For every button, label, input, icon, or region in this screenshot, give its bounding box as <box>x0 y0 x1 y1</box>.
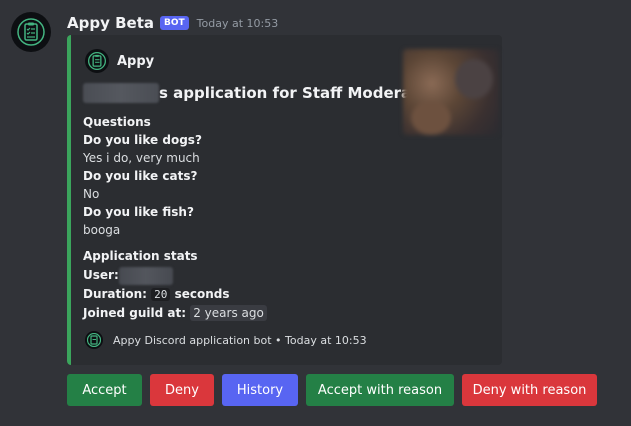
duration-label: Duration: <box>83 287 147 301</box>
stat-duration: Duration: 20 seconds <box>83 285 230 304</box>
question-3: Do you like fish? <box>83 205 194 219</box>
answer-2: No <box>83 187 100 201</box>
embed-footer: Appy Discord application bot • Today at … <box>85 331 367 349</box>
username[interactable]: Appy Beta <box>67 14 154 32</box>
embed-title-text: s application for Staff Moderator <box>159 84 437 102</box>
embed-title: s application for Staff Moderator <box>83 83 436 103</box>
action-row: Accept Deny History Accept with reason D… <box>67 374 605 406</box>
answer-3: booga <box>83 223 121 237</box>
stat-joined: Joined guild at: 2 years ago <box>83 304 267 322</box>
question-1: Do you like dogs? <box>83 133 202 147</box>
clipboard-icon <box>87 333 101 347</box>
embed-thumbnail[interactable] <box>403 49 499 135</box>
author-icon-wrapper <box>85 49 109 73</box>
accept-button[interactable]: Accept <box>67 374 142 406</box>
footer-text: Appy Discord application bot • Today at … <box>113 333 367 347</box>
embed-author-name: Appy <box>117 53 155 69</box>
clipboard-icon <box>88 52 106 70</box>
history-button[interactable]: History <box>222 374 298 406</box>
duration-value: 20 <box>151 288 171 301</box>
bot-avatar[interactable] <box>11 12 51 52</box>
chat-message: Appy Beta BOT Today at 10:53 Appy s appl… <box>0 0 631 426</box>
questions-header: Questions <box>83 115 151 129</box>
message-timestamp: Today at 10:53 <box>196 16 279 30</box>
clipboard-icon <box>17 18 45 46</box>
stats-header: Application stats <box>83 249 198 263</box>
message-header: Appy Beta BOT Today at 10:53 <box>67 13 278 33</box>
bot-badge: BOT <box>159 16 189 30</box>
footer-icon-wrapper <box>85 331 103 349</box>
redacted-user-mention[interactable] <box>118 266 173 285</box>
deny-with-reason-button[interactable]: Deny with reason <box>462 374 597 406</box>
joined-value[interactable]: 2 years ago <box>190 305 267 321</box>
duration-unit: seconds <box>170 287 230 301</box>
deny-button[interactable]: Deny <box>150 374 214 406</box>
application-embed: Appy s application for Staff Moderator Q… <box>67 35 502 365</box>
stat-user: User: <box>83 266 173 285</box>
joined-label: Joined guild at: <box>83 306 187 320</box>
redacted-username <box>83 83 159 103</box>
embed-author: Appy <box>85 49 154 73</box>
question-2: Do you like cats? <box>83 169 198 183</box>
user-label: User: <box>83 268 119 282</box>
accept-with-reason-button[interactable]: Accept with reason <box>306 374 454 406</box>
answer-1: Yes i do, very much <box>83 151 200 165</box>
